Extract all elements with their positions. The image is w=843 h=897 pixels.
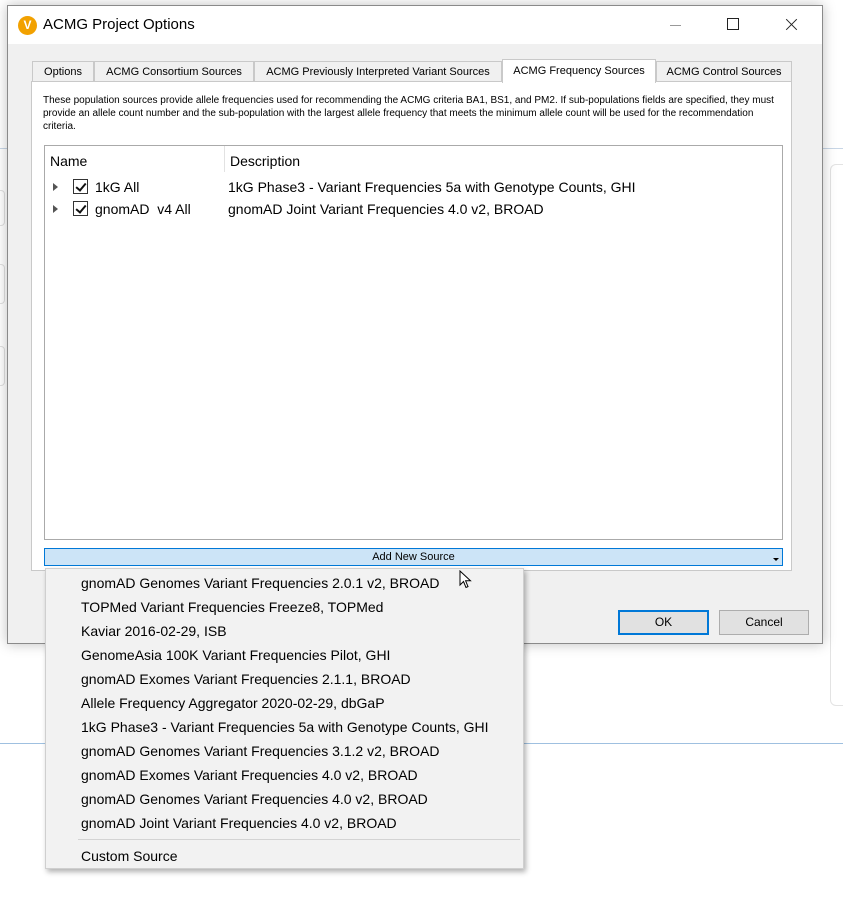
menu-item[interactable]: GenomeAsia 100K Variant Frequencies Pilo… <box>81 647 390 663</box>
row-description: gnomAD Joint Variant Frequencies 4.0 v2,… <box>228 201 544 217</box>
row-checkbox[interactable] <box>73 179 88 194</box>
list-item[interactable]: 1kG All 1kG Phase3 - Variant Frequencies… <box>45 177 782 199</box>
info-text: These population sources provide allele … <box>43 95 774 132</box>
menu-item[interactable]: gnomAD Exomes Variant Frequencies 2.1.1,… <box>81 671 411 687</box>
background-control <box>0 190 5 226</box>
ok-button[interactable]: OK <box>618 610 709 635</box>
tab-options[interactable]: Options <box>32 61 94 81</box>
menu-item[interactable]: Allele Frequency Aggregator 2020-02-29, … <box>81 695 385 711</box>
close-icon[interactable] <box>768 6 814 44</box>
window-title: ACMG Project Options <box>43 16 195 33</box>
cancel-button[interactable]: Cancel <box>719 610 809 635</box>
minimize-icon[interactable] <box>653 6 699 44</box>
tab-acmg-previously-interpreted-variant-sources[interactable]: ACMG Previously Interpreted Variant Sour… <box>254 61 502 81</box>
mouse-cursor-icon <box>459 570 472 589</box>
menu-item[interactable]: gnomAD Joint Variant Frequencies 4.0 v2,… <box>81 815 397 831</box>
app-logo-icon <box>18 16 37 35</box>
menu-item[interactable]: TOPMed Variant Frequencies Freeze8, TOPM… <box>81 599 383 615</box>
menu-item[interactable]: Kaviar 2016-02-29, ISB <box>81 623 227 639</box>
add-new-source-label: Add New Source <box>372 551 455 563</box>
maximize-icon[interactable] <box>710 6 756 44</box>
background-control <box>0 264 5 304</box>
menu-item[interactable]: gnomAD Genomes Variant Frequencies 2.0.1… <box>81 575 439 591</box>
menu-item-custom-source[interactable]: Custom Source <box>81 848 177 864</box>
menu-item[interactable]: gnomAD Genomes Variant Frequencies 3.1.2… <box>81 743 439 759</box>
expand-arrow-icon[interactable] <box>53 205 58 213</box>
column-header-name[interactable]: Name <box>50 153 87 169</box>
background-control <box>0 346 5 386</box>
menu-item[interactable]: 1kG Phase3 - Variant Frequencies 5a with… <box>81 719 489 735</box>
row-description: 1kG Phase3 - Variant Frequencies 5a with… <box>228 179 636 195</box>
column-divider[interactable] <box>224 146 225 172</box>
dropdown-arrow-icon <box>773 558 779 561</box>
add-source-menu: gnomAD Genomes Variant Frequencies 2.0.1… <box>45 568 524 869</box>
row-name: gnomAD v4 All <box>95 201 191 217</box>
menu-separator <box>78 839 520 840</box>
add-new-source-button[interactable]: Add New Source <box>44 548 783 566</box>
tab-acmg-control-sources[interactable]: ACMG Control Sources <box>656 61 792 81</box>
menu-item[interactable]: gnomAD Exomes Variant Frequencies 4.0 v2… <box>81 767 418 783</box>
tab-acmg-frequency-sources[interactable]: ACMG Frequency Sources <box>502 59 656 83</box>
menu-item[interactable]: gnomAD Genomes Variant Frequencies 4.0 v… <box>81 791 428 807</box>
sources-list[interactable]: Name Description 1kG All 1kG Phase3 - Va… <box>44 145 783 540</box>
tab-acmg-consortium-sources[interactable]: ACMG Consortium Sources <box>94 61 254 81</box>
list-item[interactable]: gnomAD v4 All gnomAD Joint Variant Frequ… <box>45 199 782 221</box>
row-checkbox[interactable] <box>73 201 88 216</box>
background-panel <box>830 164 843 706</box>
title-bar[interactable]: ACMG Project Options <box>8 6 822 44</box>
expand-arrow-icon[interactable] <box>53 183 58 191</box>
row-name: 1kG All <box>95 179 140 195</box>
column-header-description[interactable]: Description <box>230 153 300 169</box>
